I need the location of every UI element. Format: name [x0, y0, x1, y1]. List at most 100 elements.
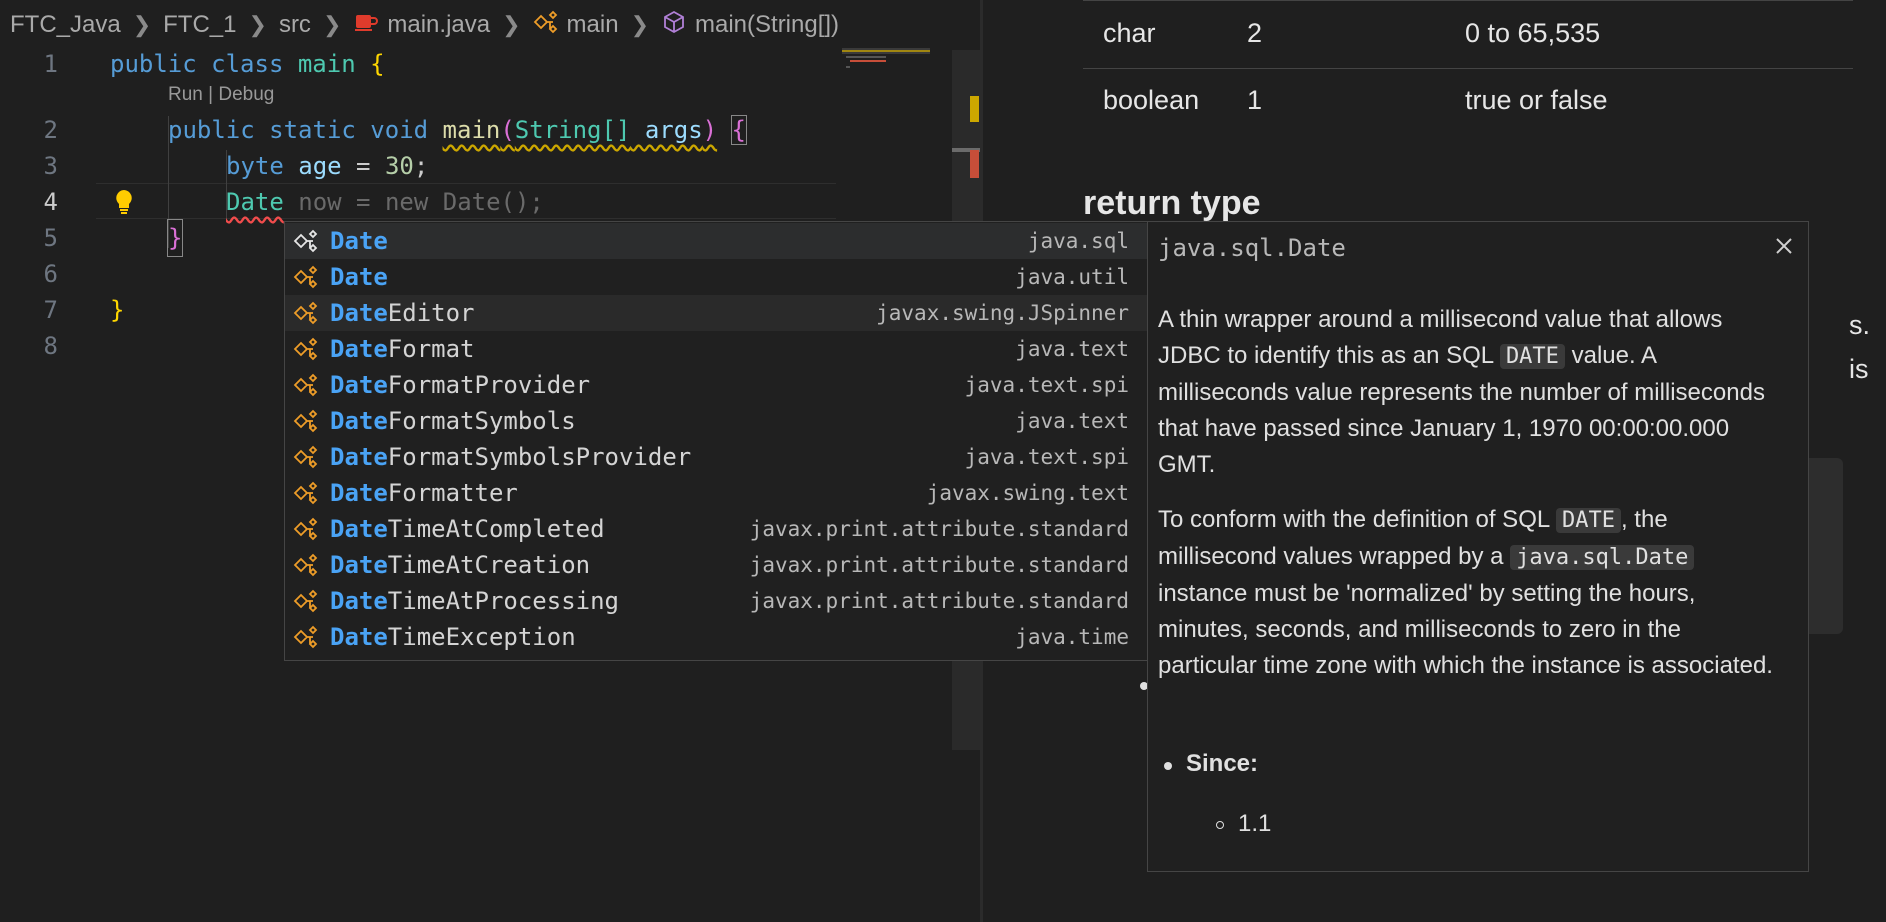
- suggestion-package: java.sql: [1027, 229, 1129, 253]
- suggest-widget[interactable]: Date java.sql Date java.util DateEditor javax…: [284, 221, 1148, 661]
- suggestion-package: javax.print.attribute.standard: [749, 589, 1129, 613]
- suggestion-package: java.util: [1015, 265, 1129, 289]
- breadcrumb-item-method[interactable]: main(String[]): [661, 10, 839, 41]
- table-cell-range: true or false: [1465, 85, 1608, 115]
- class-icon: [293, 625, 319, 649]
- code-block: [1803, 458, 1843, 634]
- lightbulb-icon[interactable]: [114, 188, 134, 221]
- line-text: public static void main(String[] args) {: [168, 115, 748, 145]
- suggestion-item[interactable]: DateFormat java.text: [285, 331, 1147, 367]
- suggestion-package: java.text.spi: [964, 373, 1129, 397]
- since-label: Since:: [1186, 750, 1259, 777]
- bullet: [1216, 821, 1224, 829]
- breadcrumb-item-module[interactable]: FTC_1: [163, 11, 236, 39]
- close-icon[interactable]: [1772, 234, 1796, 258]
- breadcrumb-label: src: [278, 11, 311, 38]
- suggestion-label: DateTimeException: [330, 623, 576, 651]
- breadcrumb-item-file[interactable]: main.java: [353, 10, 490, 41]
- java-file-icon: [353, 10, 379, 41]
- line-number: 7: [43, 296, 58, 324]
- suggestion-item[interactable]: DateFormatter javax.swing.text: [285, 475, 1147, 511]
- class-icon: [293, 337, 319, 361]
- inline-code: DATE: [1499, 344, 1565, 369]
- details-paragraph: A thin wrapper around a millisecond valu…: [1158, 306, 1765, 478]
- table-cell-type: char: [1103, 18, 1156, 48]
- suggestion-label: DateTimeAtProcessing: [330, 587, 619, 615]
- suggestion-package: java.time: [1015, 625, 1129, 649]
- scrollbar-warning-marker: [970, 96, 979, 122]
- line-number: 4: [43, 188, 58, 216]
- suggestion-item[interactable]: DateFormatSymbols java.text: [285, 403, 1147, 439]
- line-number: 1: [43, 50, 58, 78]
- breadcrumb-label: main.java: [387, 11, 491, 38]
- suggestion-item[interactable]: DateEditor javax.swing.JSpinner: [285, 295, 1147, 331]
- section-heading: return type: [1083, 184, 1261, 222]
- suggestion-item[interactable]: DateTimeAtCreation javax.print.attribute.…: [285, 547, 1147, 583]
- suggestion-package: java.text: [1015, 337, 1129, 361]
- inline-ghost-suggestion: now = new Date();: [283, 188, 544, 216]
- details-title: java.sql.Date: [1158, 234, 1346, 262]
- suggestion-label: DateFormatSymbols: [330, 407, 576, 435]
- breadcrumb-item-src[interactable]: src: [279, 11, 311, 39]
- class-icon: [293, 409, 319, 433]
- suggestion-item[interactable]: DateFormatSymbolsProvider java.text.spi: [285, 439, 1147, 475]
- suggestion-item[interactable]: DateTimeException java.time: [285, 619, 1147, 655]
- code-line[interactable]: 3 byte age = 30;: [0, 148, 840, 184]
- suggestion-item[interactable]: DateTimeAtCompleted javax.print.attribute…: [285, 511, 1147, 547]
- line-text: byte age = 30;: [226, 152, 429, 180]
- breadcrumb: FTC_Java ❯ FTC_1 ❯ src ❯ main.java ❯ mai…: [0, 0, 980, 50]
- suggestion-item[interactable]: Date java.sql: [285, 223, 1147, 259]
- scrollbar-error-marker: [970, 150, 979, 178]
- minimap[interactable]: [842, 48, 952, 88]
- suggestion-item[interactable]: DateTimeAtProcessing javax.print.attribut…: [285, 583, 1147, 619]
- suggestion-package: javax.swing.JSpinner: [876, 301, 1129, 325]
- line-text: }: [166, 219, 184, 257]
- breadcrumb-item-project[interactable]: FTC_Java: [10, 11, 121, 39]
- breadcrumb-item-class[interactable]: main: [533, 10, 619, 41]
- suggestion-label: DateFormatSymbolsProvider: [330, 443, 692, 471]
- table-cell-type: boolean: [1103, 85, 1200, 115]
- class-icon: [293, 589, 319, 613]
- table-row: boolean 1 true or false: [1083, 69, 1853, 135]
- line-text: }: [110, 296, 125, 324]
- details-paragraph: To conform with the definition of SQL DA…: [1158, 506, 1773, 679]
- inline-code: DATE: [1555, 508, 1621, 533]
- paragraph-fragment: s.: [1849, 310, 1871, 340]
- bullet: [1164, 762, 1172, 770]
- class-icon: [293, 301, 319, 325]
- line-number: 3: [43, 152, 58, 180]
- suggestion-label: DateFormatProvider: [330, 371, 591, 399]
- codelens-run-debug[interactable]: Run | Debug: [168, 84, 274, 106]
- suggestion-item[interactable]: DateFormatProvider java.text.spi: [285, 367, 1147, 403]
- suggest-details-widget: java.sql.Date A thin wrapper around a mi…: [1147, 221, 1809, 872]
- code-line[interactable]: 2 public static void main(String[] args)…: [0, 112, 840, 148]
- code-line-active[interactable]: 4 Date now = new Date();: [0, 184, 840, 220]
- suggestion-package: javax.print.attribute.standard: [749, 517, 1129, 541]
- paragraph-fragment: is: [1849, 354, 1869, 384]
- suggestion-label: DateTimeAtCompleted: [330, 515, 605, 543]
- line-number: 6: [43, 260, 58, 288]
- code-line[interactable]: 1 public class main {: [0, 46, 840, 82]
- breadcrumb-label: FTC_Java: [10, 11, 121, 38]
- method-cube-icon: [661, 10, 687, 41]
- suggestion-package: java.text: [1015, 409, 1129, 433]
- table-divider: [1083, 0, 1853, 1]
- class-icon: [293, 265, 319, 289]
- line-text: public class main {: [110, 50, 385, 78]
- chevron-right-icon: ❯: [630, 12, 649, 37]
- suggestion-label: DateFormat: [330, 335, 475, 363]
- class-icon: [293, 229, 319, 253]
- line-number: 8: [43, 332, 58, 360]
- since-value: 1.1: [1238, 810, 1272, 837]
- suggestion-label: Date: [330, 227, 388, 255]
- class-icon: [533, 10, 559, 41]
- suggestion-package: javax.swing.text: [926, 481, 1129, 505]
- line-number: 2: [43, 116, 58, 144]
- inline-code: java.sql.Date: [1510, 545, 1695, 570]
- line-text: Date now = new Date();: [226, 188, 544, 216]
- breadcrumb-label: main(String[]): [695, 11, 840, 38]
- chevron-right-icon: ❯: [132, 12, 152, 37]
- suggestion-item[interactable]: Date java.util: [285, 259, 1147, 295]
- breadcrumb-label: main: [566, 11, 619, 38]
- table-row: char 2 0 to 65,535: [1083, 2, 1853, 68]
